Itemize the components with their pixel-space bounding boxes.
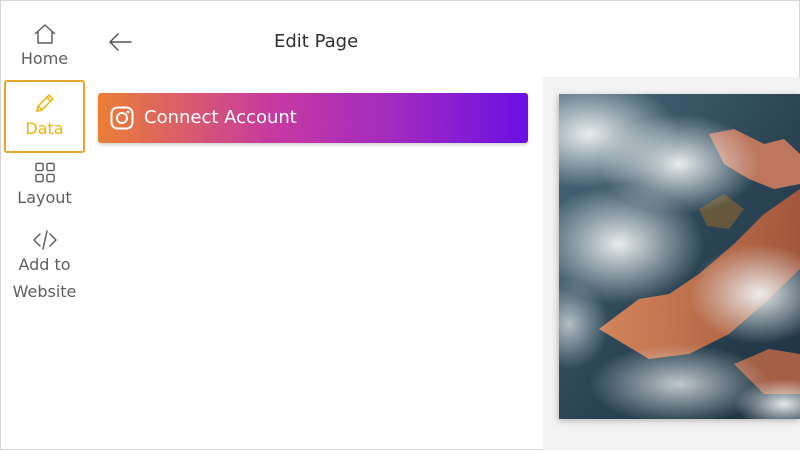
grid-icon xyxy=(34,162,55,183)
sidebar-item-label: Add to xyxy=(18,255,71,274)
preview-image xyxy=(559,94,800,419)
pencil-icon xyxy=(35,94,54,112)
app-window: Home Data Layout Add to Website Edit Pag… xyxy=(0,0,800,450)
connect-account-label: Connect Account xyxy=(144,107,297,128)
sidebar-item-label: Layout xyxy=(17,188,72,207)
sidebar-item-home[interactable]: Home xyxy=(4,23,85,73)
connect-account-button[interactable]: Connect Account xyxy=(98,93,528,143)
preview-panel xyxy=(543,77,800,450)
sidebar-item-label: Home xyxy=(20,49,69,68)
code-icon xyxy=(32,230,57,250)
arrow-left-icon xyxy=(109,33,132,51)
instagram-icon xyxy=(110,106,134,130)
page-title: Edit Page xyxy=(274,31,359,52)
sidebar-item-label: Website xyxy=(12,282,77,301)
sidebar-item-add-to-website[interactable]: Add to Website xyxy=(4,229,85,309)
sidebar-item-layout[interactable]: Layout xyxy=(4,161,85,211)
sidebar-item-label: Data xyxy=(25,119,64,138)
home-icon xyxy=(34,24,55,44)
back-button[interactable] xyxy=(107,31,133,53)
sidebar: Home Data Layout Add to Website xyxy=(1,1,89,451)
sidebar-item-data[interactable]: Data xyxy=(4,80,85,153)
